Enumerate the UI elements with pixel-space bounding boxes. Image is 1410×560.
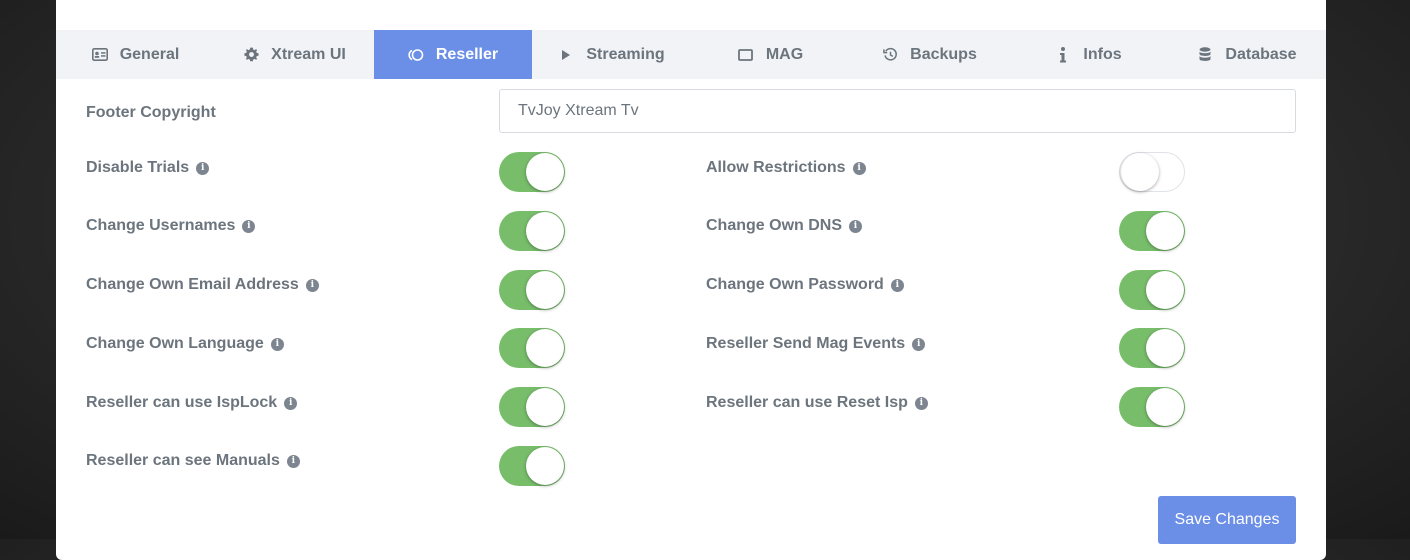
tab-label: Infos — [1083, 45, 1122, 63]
toggle-knob — [526, 212, 564, 250]
disable-trials-toggle[interactable] — [499, 152, 565, 192]
tab-streaming[interactable]: Streaming — [532, 30, 691, 79]
change-own-dns-label: Change Own DNS i — [706, 215, 863, 237]
label-text: Allow Restrictions — [706, 159, 846, 176]
disable-trials-label: Disable Trials i — [86, 157, 210, 179]
reseller-send-mag-events-label: Reseller Send Mag Events i — [706, 333, 926, 355]
change-usernames-label: Change Usernames i — [86, 215, 256, 237]
reseller-manuals-label: Reseller can see Manuals i — [86, 450, 300, 472]
tab-label: Backups — [910, 45, 977, 63]
label-text: Change Usernames — [86, 217, 236, 234]
label-text: Reseller Send Mag Events — [706, 335, 906, 352]
info-circle-icon[interactable]: i — [196, 161, 210, 175]
label-text: Reseller can see Manuals — [86, 452, 280, 469]
tab-label: Database — [1225, 45, 1297, 63]
toggle-knob — [526, 447, 564, 485]
tab-label: MAG — [765, 45, 804, 63]
tab-label: Reseller — [435, 45, 499, 63]
info-circle-icon[interactable]: i — [242, 219, 256, 233]
tab-backups[interactable]: Backups — [850, 30, 1009, 79]
info-circle-icon[interactable]: i — [284, 396, 298, 410]
toggle-knob — [1146, 329, 1184, 367]
label-text: Disable Trials — [86, 159, 190, 176]
footer-copyright-input[interactable]: TvJoy Xtream Tv — [499, 89, 1296, 133]
change-own-password-label: Change Own Password i — [706, 274, 904, 296]
info-circle-icon[interactable]: i — [852, 161, 866, 175]
change-own-email-label: Change Own Email Address i — [86, 274, 319, 296]
save-changes-button[interactable]: Save Changes — [1158, 496, 1296, 544]
change-own-password-toggle[interactable] — [1119, 270, 1185, 310]
settings-card: General Xtream UI Reseller Streaming MAG — [56, 0, 1326, 560]
gear-icon — [243, 47, 259, 63]
tab-xtream-ui[interactable]: Xtream UI — [215, 30, 374, 79]
info-icon — [1055, 46, 1071, 63]
toggle-knob — [526, 153, 564, 191]
label-text: Change Own Language — [86, 335, 264, 352]
tab-infos[interactable]: Infos — [1009, 30, 1168, 79]
tab-general[interactable]: General — [56, 30, 215, 79]
settings-tabs: General Xtream UI Reseller Streaming MAG — [56, 30, 1326, 79]
tv-box-icon — [738, 47, 754, 63]
info-circle-icon[interactable]: i — [286, 454, 300, 468]
tab-database[interactable]: Database — [1168, 30, 1326, 79]
reseller-isplock-toggle[interactable] — [499, 387, 565, 427]
reseller-manuals-toggle[interactable] — [499, 446, 565, 486]
toggle-knob — [1146, 271, 1184, 309]
toggle-knob — [1146, 388, 1184, 426]
change-usernames-toggle[interactable] — [499, 211, 565, 251]
allow-restrictions-toggle[interactable] — [1119, 152, 1185, 192]
tab-label: Xtream UI — [271, 45, 346, 63]
info-circle-icon[interactable]: i — [912, 337, 926, 351]
allow-restrictions-label: Allow Restrictions i — [706, 157, 866, 179]
info-circle-icon[interactable]: i — [849, 219, 863, 233]
play-icon — [558, 47, 574, 63]
label-text: Change Own Password — [706, 276, 884, 293]
tab-mag[interactable]: MAG — [691, 30, 850, 79]
database-icon — [1197, 47, 1213, 63]
reseller-reset-isp-toggle[interactable] — [1119, 387, 1185, 427]
toggle-knob — [1146, 212, 1184, 250]
toggle-knob — [526, 388, 564, 426]
reseller-send-mag-events-toggle[interactable] — [1119, 328, 1185, 368]
label-text: Change Own Email Address — [86, 276, 299, 293]
id-card-icon — [91, 47, 108, 63]
info-circle-icon[interactable]: i — [914, 396, 928, 410]
change-own-email-toggle[interactable] — [499, 270, 565, 310]
info-circle-icon[interactable]: i — [270, 337, 284, 351]
info-circle-icon[interactable]: i — [890, 278, 904, 292]
label-text: Reseller can use IspLock — [86, 394, 278, 411]
tab-reseller[interactable]: Reseller — [374, 30, 532, 79]
ring-icon — [408, 47, 424, 63]
change-own-language-label: Change Own Language i — [86, 333, 284, 355]
info-circle-icon[interactable]: i — [305, 278, 319, 292]
footer-copyright-label: Footer Copyright — [86, 104, 216, 121]
tab-label: General — [119, 45, 180, 63]
history-icon — [882, 47, 898, 63]
toggle-knob — [526, 271, 564, 309]
reseller-reset-isp-label: Reseller can use Reset Isp i — [706, 392, 928, 414]
change-own-language-toggle[interactable] — [499, 328, 565, 368]
label-text: Change Own DNS — [706, 217, 843, 234]
toggle-knob — [526, 329, 564, 367]
reseller-isplock-label: Reseller can use IspLock i — [86, 392, 298, 414]
toggle-knob — [1121, 153, 1159, 191]
label-text: Reseller can use Reset Isp — [706, 394, 908, 411]
change-own-dns-toggle[interactable] — [1119, 211, 1185, 251]
tab-label: Streaming — [586, 45, 665, 63]
